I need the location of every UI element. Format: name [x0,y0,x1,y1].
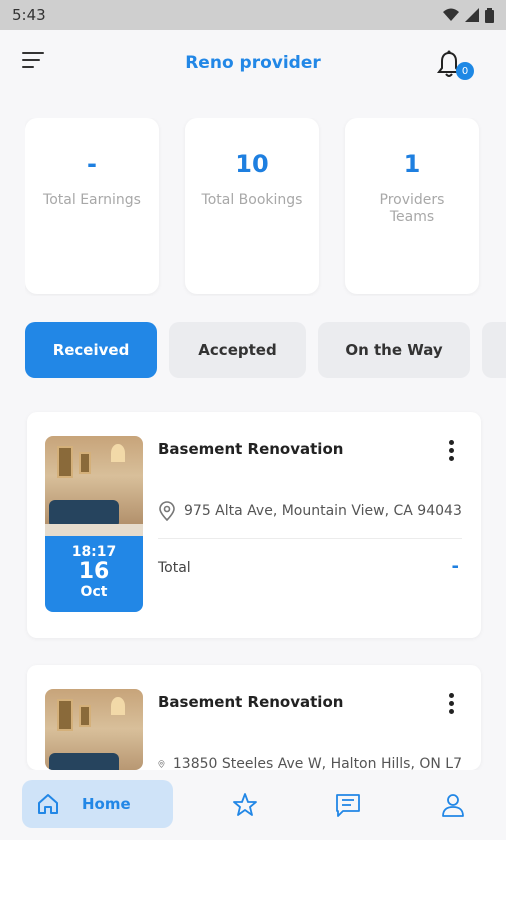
chat-icon [336,794,360,817]
star-icon [233,793,257,816]
system-navigation-bar [0,840,506,900]
app-bar: Reno provider 0 [0,30,506,96]
nav-home[interactable]: Home [22,780,173,828]
booking-month: Oct [80,584,108,600]
stat-label: Total Earnings [43,192,141,208]
booking-address: 13850 Steeles Ave W, Halton Hills, ON L7 [158,751,462,770]
notification-button[interactable]: 0 [434,48,474,84]
address-text: 13850 Steeles Ave W, Halton Hills, ON L7 [172,756,462,770]
status-bar: 5:43 [0,0,506,30]
booking-title: Basement Renovation [158,693,344,711]
location-pin-icon [158,760,165,768]
status-tabs: Received Accepted On the Way [25,322,506,378]
stat-label: Total Bookings [201,192,303,208]
booking-date: 18:17 16 Oct [45,536,143,612]
signal-icon [465,8,479,22]
tab-accepted[interactable]: Accepted [169,322,306,378]
tab-next[interactable] [482,322,506,378]
stat-card-earnings: - Total Earnings [25,118,159,294]
booking-day: 16 [78,559,110,584]
booking-card[interactable]: Basement Renovation 13850 Steeles Ave W,… [27,665,481,770]
booking-title: Basement Renovation [158,440,344,458]
booking-thumbnail: 18:17 16 Oct [45,436,143,612]
tab-received[interactable]: Received [25,322,157,378]
status-time: 5:43 [12,6,46,24]
notification-badge: 0 [456,62,474,80]
stat-value: 1 [403,150,421,178]
booking-address: 975 Alta Ave, Mountain View, CA 94043 [158,498,462,524]
profile-icon [442,794,464,817]
tab-on-the-way[interactable]: On the Way [318,322,470,378]
nav-profile[interactable] [440,792,466,818]
booking-time: 18:17 [71,544,117,560]
stat-card-teams: 1 Providers Teams [345,118,479,294]
home-icon [38,794,58,814]
bottom-navigation: Home [0,770,506,840]
booking-thumbnail [45,689,143,770]
battery-icon [485,7,494,23]
more-options-icon[interactable] [447,440,455,462]
stat-label: Providers Teams [379,192,445,225]
more-options-icon[interactable] [447,693,455,715]
nav-favorites[interactable] [232,792,258,818]
menu-icon[interactable] [22,52,48,74]
stat-card-bookings: 10 Total Bookings [185,118,319,294]
location-pin-icon [159,501,175,521]
booking-image [45,436,143,536]
stat-value: - [87,150,97,178]
divider [158,538,462,539]
nav-messages[interactable] [335,792,361,818]
stats-row: - Total Earnings 10 Total Bookings 1 Pro… [25,118,506,296]
total-label: Total [158,560,191,576]
address-text: 975 Alta Ave, Mountain View, CA 94043 [184,503,462,519]
booking-image [45,689,143,770]
status-icons [443,7,494,23]
nav-home-label: Home [82,795,131,813]
total-value: - [451,556,459,577]
wifi-icon [443,8,459,21]
app-title: Reno provider [185,53,321,73]
stat-value: 10 [235,150,269,178]
booking-card[interactable]: 18:17 16 Oct Basement Renovation 975 Alt… [27,412,481,638]
